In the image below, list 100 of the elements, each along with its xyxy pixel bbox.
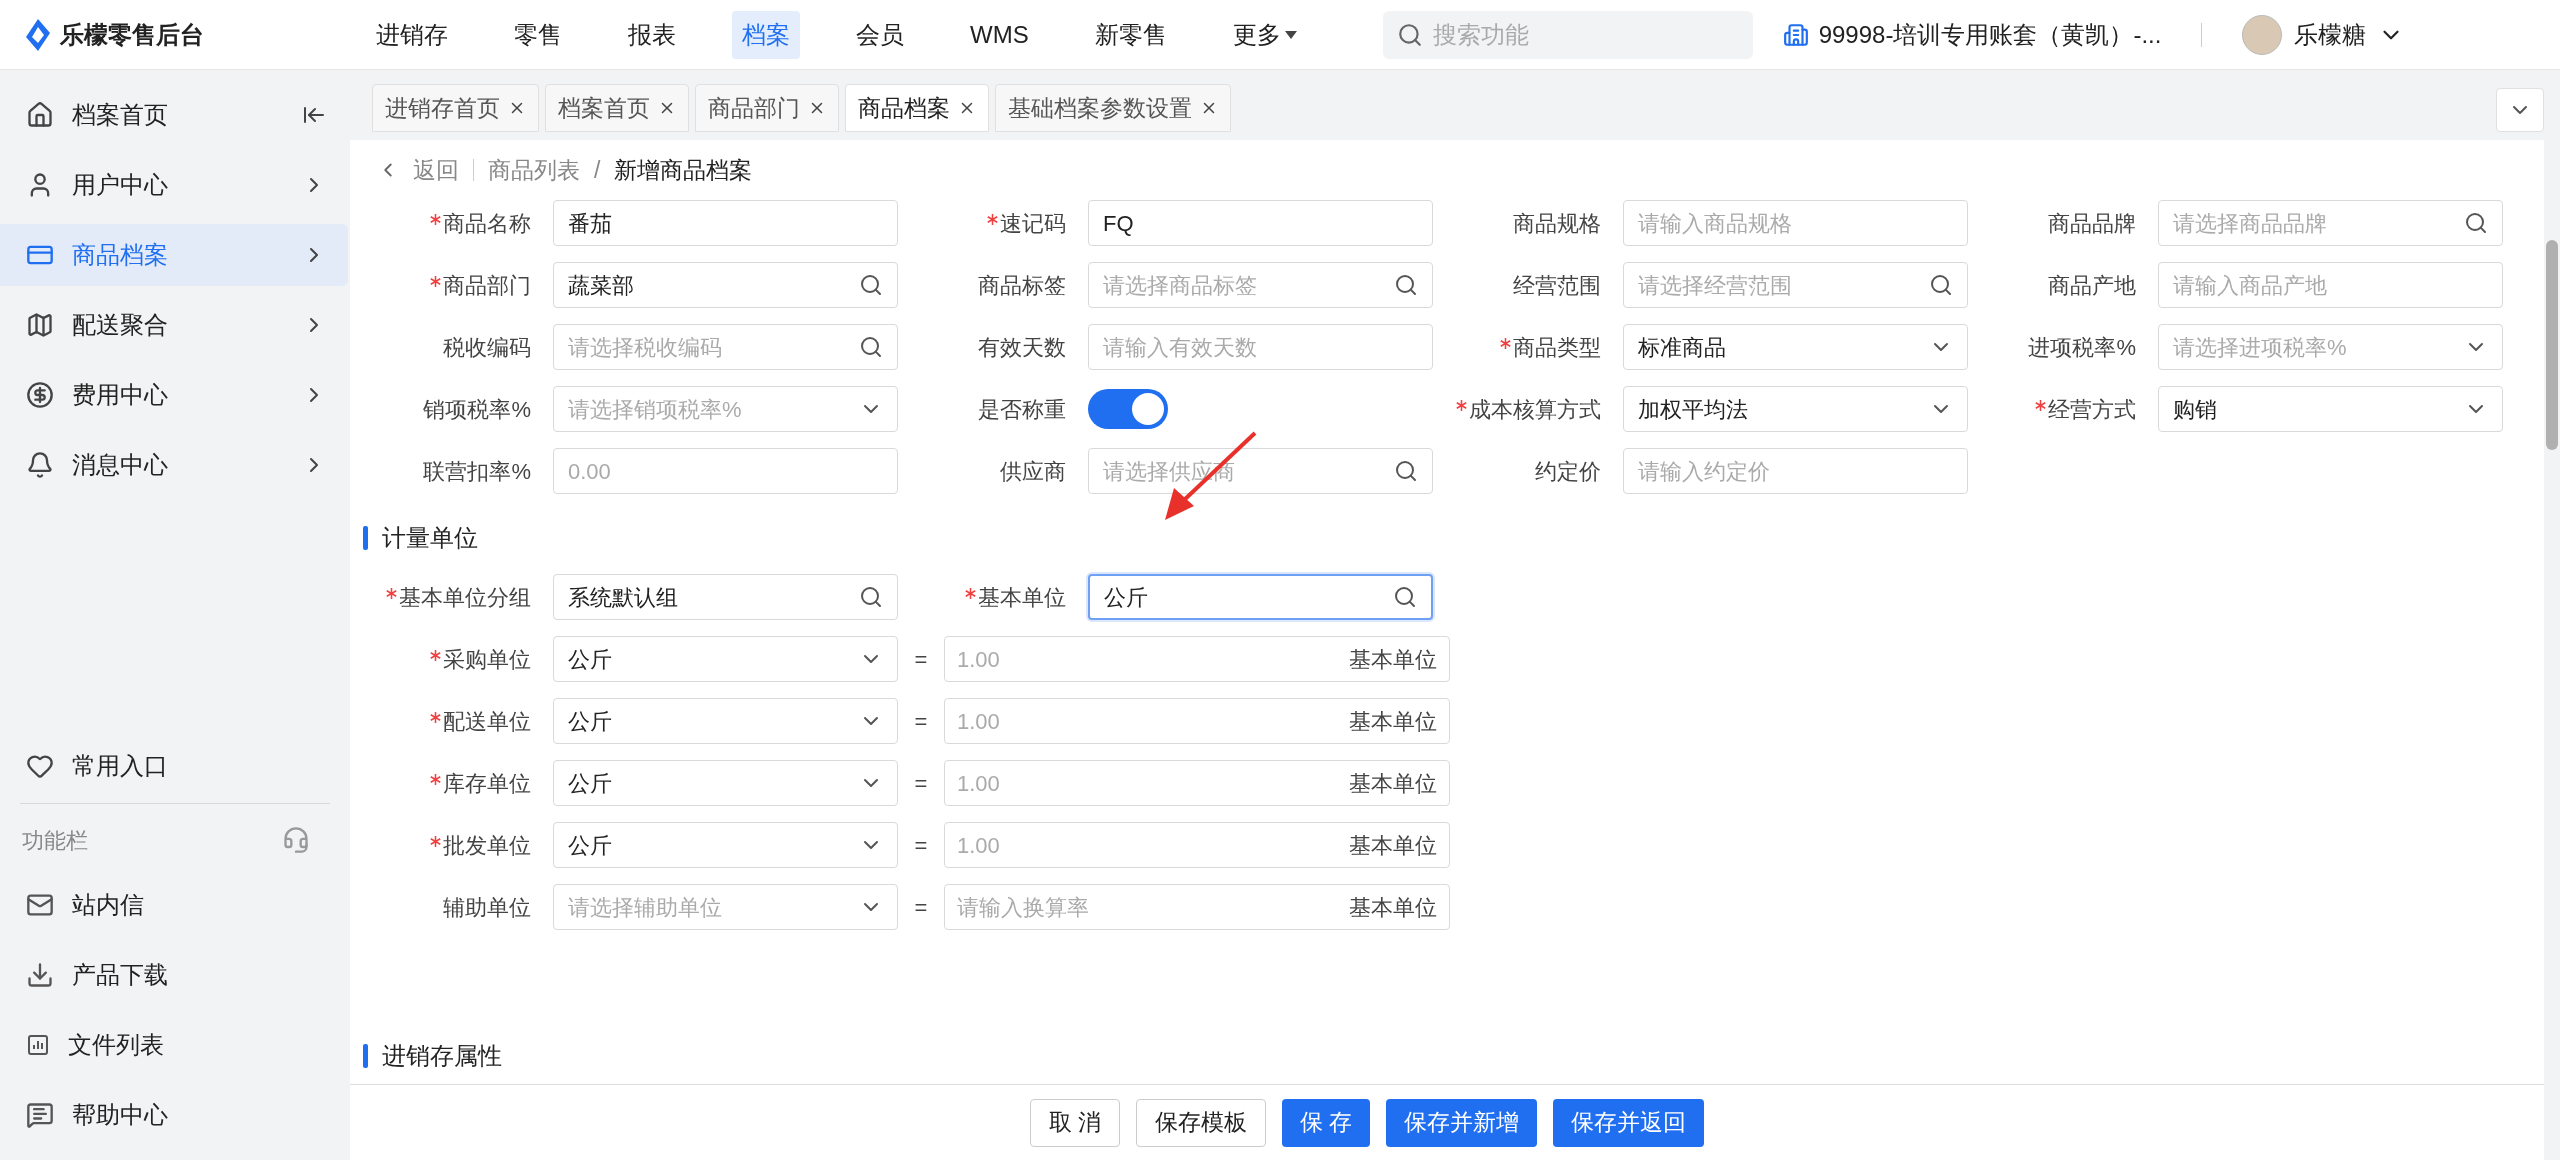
toggle-switch[interactable] xyxy=(1088,389,1168,429)
field-label: 经营方式 xyxy=(2048,395,2136,424)
field-label: 商品名称 xyxy=(443,209,531,238)
section-label: 功能栏 xyxy=(22,826,88,855)
input-field[interactable]: 1.00 基本单位 xyxy=(944,636,1450,682)
input-field[interactable]: 请输入换算率 基本单位 xyxy=(944,884,1450,930)
field-label: 是否称重 xyxy=(978,395,1066,424)
breadcrumb-separator: / xyxy=(594,155,601,185)
nav-item[interactable]: 会员 xyxy=(846,10,914,59)
app-logo-text: 乐檬零售后台 xyxy=(60,19,204,50)
section-title: 计量单位 xyxy=(382,523,478,553)
select-field[interactable]: 公斤 xyxy=(553,760,898,806)
footer-button[interactable]: 取 消 xyxy=(1029,1098,1120,1147)
field-label: 基本单位 xyxy=(978,583,1066,612)
input-field[interactable]: 蔬菜部 xyxy=(553,262,898,308)
select-field[interactable]: 公斤 xyxy=(553,636,898,682)
footer-button[interactable]: 保存并新增 xyxy=(1386,1098,1538,1147)
unit-suffix: 基本单位 xyxy=(1349,645,1437,674)
sidebar-item[interactable]: 用户中心 xyxy=(0,154,348,216)
account-name[interactable]: 99998-培训专用账套（黄凯）-... xyxy=(1818,16,2162,53)
equals-sign: = xyxy=(913,831,929,860)
chat-icon xyxy=(26,1101,54,1129)
nav-item[interactable]: 新零售 xyxy=(1084,10,1177,59)
input-field[interactable]: 番茄 xyxy=(553,200,898,246)
nav-item[interactable]: 档案 xyxy=(732,10,800,59)
input-field[interactable]: 1.00 基本单位 xyxy=(944,822,1450,868)
section-marker xyxy=(363,526,368,550)
field-label: 商品部门 xyxy=(443,271,531,300)
select-field[interactable]: 购销 xyxy=(2158,386,2503,432)
bell-icon xyxy=(26,451,54,479)
nav-item[interactable]: 零售 xyxy=(504,10,572,59)
footer-button[interactable]: 保 存 xyxy=(1282,1098,1371,1147)
field-label: 辅助单位 xyxy=(443,893,531,922)
tab[interactable]: 商品部门 xyxy=(695,84,839,132)
sidebar-item[interactable]: 常用入口 xyxy=(0,735,350,797)
select-field[interactable]: 加权平均法 xyxy=(1623,386,1968,432)
footer-button[interactable]: 保存模板 xyxy=(1136,1098,1266,1147)
user-name[interactable]: 乐檬糖 xyxy=(2294,16,2367,53)
field-label: 有效天数 xyxy=(978,333,1066,362)
sidebar-item[interactable]: 费用中心 xyxy=(0,364,348,426)
chart-icon xyxy=(26,1033,50,1057)
nav-item[interactable]: WMS xyxy=(960,10,1039,59)
input-field[interactable]: FQ xyxy=(1088,200,1433,246)
equals-sign: = xyxy=(913,769,929,798)
download-icon xyxy=(26,961,54,989)
logo-icon xyxy=(24,18,52,51)
sidebar-item[interactable]: 档案首页 xyxy=(0,84,348,146)
field-label: 进项税率% xyxy=(2028,333,2136,362)
input-field[interactable]: 系统默认组 xyxy=(553,574,898,620)
sidebar-item[interactable]: 消息中心 xyxy=(0,434,348,496)
section-marker xyxy=(363,1044,368,1068)
field-label: 商品类型 xyxy=(1513,333,1601,362)
back-link[interactable]: 返回 xyxy=(413,152,459,188)
field-label: 供应商 xyxy=(1000,457,1066,486)
headset-icon[interactable] xyxy=(282,826,310,854)
unit-suffix: 基本单位 xyxy=(1349,769,1437,798)
building-icon xyxy=(1782,21,1809,48)
nav-item[interactable]: 报表 xyxy=(618,10,686,59)
tab[interactable]: 基础档案参数设置 xyxy=(995,84,1231,132)
field-label: 基本单位分组 xyxy=(399,583,531,612)
unit-suffix: 基本单位 xyxy=(1349,893,1437,922)
unit-suffix: 基本单位 xyxy=(1349,707,1437,736)
search-icon xyxy=(2464,211,2488,235)
field-label: 速记码 xyxy=(1000,209,1066,238)
breadcrumb-item[interactable]: 商品列表 xyxy=(488,152,580,188)
sidebar-item[interactable]: 文件列表 xyxy=(0,1010,350,1080)
select-field[interactable]: 标准商品 xyxy=(1623,324,1968,370)
input-field[interactable]: 公斤 xyxy=(1088,574,1433,620)
tab[interactable]: 进销存首页 xyxy=(372,84,539,132)
input-field[interactable]: 1.00 基本单位 xyxy=(944,760,1450,806)
house-icon xyxy=(26,101,54,129)
field-label: 批发单位 xyxy=(443,831,531,860)
field-label: 采购单位 xyxy=(443,645,531,674)
tab[interactable]: 档案首页 xyxy=(545,84,689,132)
field-label: 商品产地 xyxy=(2048,271,2136,300)
breadcrumb-item: 新增商品档案 xyxy=(614,155,753,185)
sidebar-item[interactable]: 配送聚合 xyxy=(0,294,348,356)
search-icon xyxy=(859,273,883,297)
sidebar-item[interactable]: 商品档案 xyxy=(0,224,348,286)
section-title: 进销存属性 xyxy=(382,1041,502,1071)
input-field[interactable]: 1.00 基本单位 xyxy=(944,698,1450,744)
search-icon xyxy=(1394,273,1418,297)
footer-button[interactable]: 保存并返回 xyxy=(1553,1098,1705,1147)
select-field[interactable]: 公斤 xyxy=(553,698,898,744)
sidebar-item[interactable]: 站内信 xyxy=(0,870,350,940)
sidebar-item[interactable]: 帮助中心 xyxy=(0,1080,350,1150)
equals-sign: = xyxy=(913,645,929,674)
nav-item[interactable]: 进销存 xyxy=(366,10,458,59)
nav-item[interactable]: 更多 xyxy=(1222,10,1307,59)
sidebar-item[interactable]: 产品下载 xyxy=(0,940,350,1010)
field-label: 商品规格 xyxy=(1513,209,1601,238)
tab[interactable]: 商品档案 xyxy=(845,84,989,132)
unit-suffix: 基本单位 xyxy=(1349,831,1437,860)
field-label: 联营扣率% xyxy=(423,457,531,486)
search-icon xyxy=(859,335,883,359)
field-label: 税收编码 xyxy=(443,333,531,362)
select-field[interactable]: 公斤 xyxy=(553,822,898,868)
field-label: 商品品牌 xyxy=(2048,209,2136,238)
equals-sign: = xyxy=(913,707,929,736)
search-icon xyxy=(1394,459,1418,483)
